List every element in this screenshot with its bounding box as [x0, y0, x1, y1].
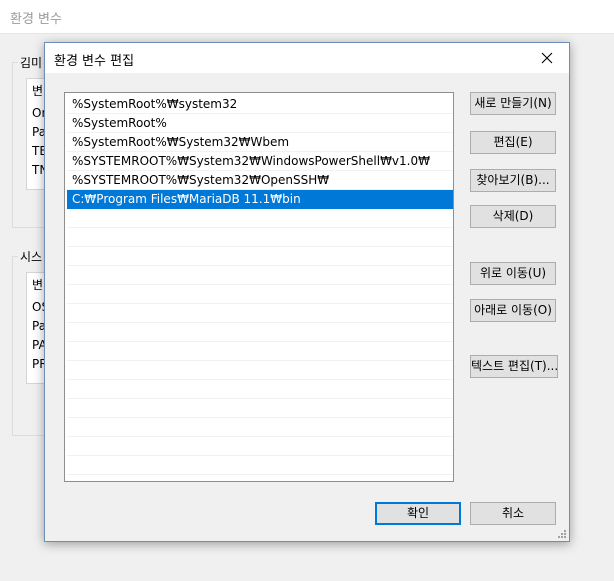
- empty-row[interactable]: [67, 323, 453, 342]
- move-up-button[interactable]: 위로 이동(U): [470, 262, 556, 285]
- close-icon: [541, 52, 553, 64]
- path-text: %SYSTEMROOT%₩System32₩WindowsPowerShell₩…: [72, 154, 430, 168]
- path-row[interactable]: %SYSTEMROOT%₩System32₩WindowsPowerShell₩…: [67, 152, 453, 171]
- cancel-button[interactable]: 취소: [470, 502, 556, 525]
- path-text: %SystemRoot%₩System32₩Wbem: [72, 135, 290, 149]
- dialog-title: 환경 변수 편집: [54, 54, 135, 69]
- empty-row[interactable]: [67, 380, 453, 399]
- empty-row[interactable]: [67, 342, 453, 361]
- background-window-title: 환경 변수: [10, 12, 62, 27]
- move-down-button[interactable]: 아래로 이동(O): [470, 299, 556, 322]
- new-button[interactable]: 새로 만들기(N): [470, 92, 556, 115]
- dialog-titlebar: 환경 변수 편집: [45, 43, 569, 73]
- close-button[interactable]: [525, 43, 569, 73]
- empty-row[interactable]: [67, 304, 453, 323]
- empty-row[interactable]: [67, 456, 453, 475]
- empty-row[interactable]: [67, 209, 453, 228]
- empty-row[interactable]: [67, 228, 453, 247]
- path-row-selected[interactable]: C:₩Program Files₩MariaDB 11.1₩bin: [67, 190, 453, 209]
- list-item: 변: [32, 278, 44, 292]
- empty-row[interactable]: [67, 399, 453, 418]
- user-variables-label: 김미: [18, 54, 45, 71]
- path-list[interactable]: %SystemRoot%₩system32 %SystemRoot% %Syst…: [64, 92, 454, 482]
- empty-row[interactable]: [67, 437, 453, 456]
- edit-text-button[interactable]: 텍스트 편집(T)...: [470, 355, 558, 378]
- list-item: 변: [32, 84, 44, 98]
- empty-row[interactable]: [67, 247, 453, 266]
- path-text: %SystemRoot%₩system32: [72, 97, 238, 111]
- resize-grip-icon[interactable]: [557, 529, 567, 539]
- path-row[interactable]: %SystemRoot%₩System32₩Wbem: [67, 133, 453, 152]
- delete-button[interactable]: 삭제(D): [470, 205, 556, 228]
- path-row[interactable]: %SYSTEMROOT%₩System32₩OpenSSH₩: [67, 171, 453, 190]
- empty-row[interactable]: [67, 361, 453, 380]
- path-text: %SystemRoot%: [72, 116, 167, 130]
- path-text: %SYSTEMROOT%₩System32₩OpenSSH₩: [72, 173, 330, 187]
- system-variables-label: 시스: [18, 248, 45, 265]
- path-row[interactable]: %SystemRoot%₩system32: [67, 95, 453, 114]
- path-text: C:₩Program Files₩MariaDB 11.1₩bin: [72, 192, 301, 206]
- edit-env-variable-dialog: 환경 변수 편집 %SystemRoot%₩system32 %SystemRo…: [44, 42, 570, 542]
- browse-button[interactable]: 찾아보기(B)...: [470, 169, 556, 192]
- empty-row[interactable]: [67, 285, 453, 304]
- empty-row[interactable]: [67, 418, 453, 437]
- ok-button[interactable]: 확인: [375, 502, 461, 525]
- background-titlebar: 환경 변수: [0, 0, 614, 34]
- edit-button[interactable]: 편집(E): [470, 131, 556, 154]
- path-row[interactable]: %SystemRoot%: [67, 114, 453, 133]
- empty-row[interactable]: [67, 266, 453, 285]
